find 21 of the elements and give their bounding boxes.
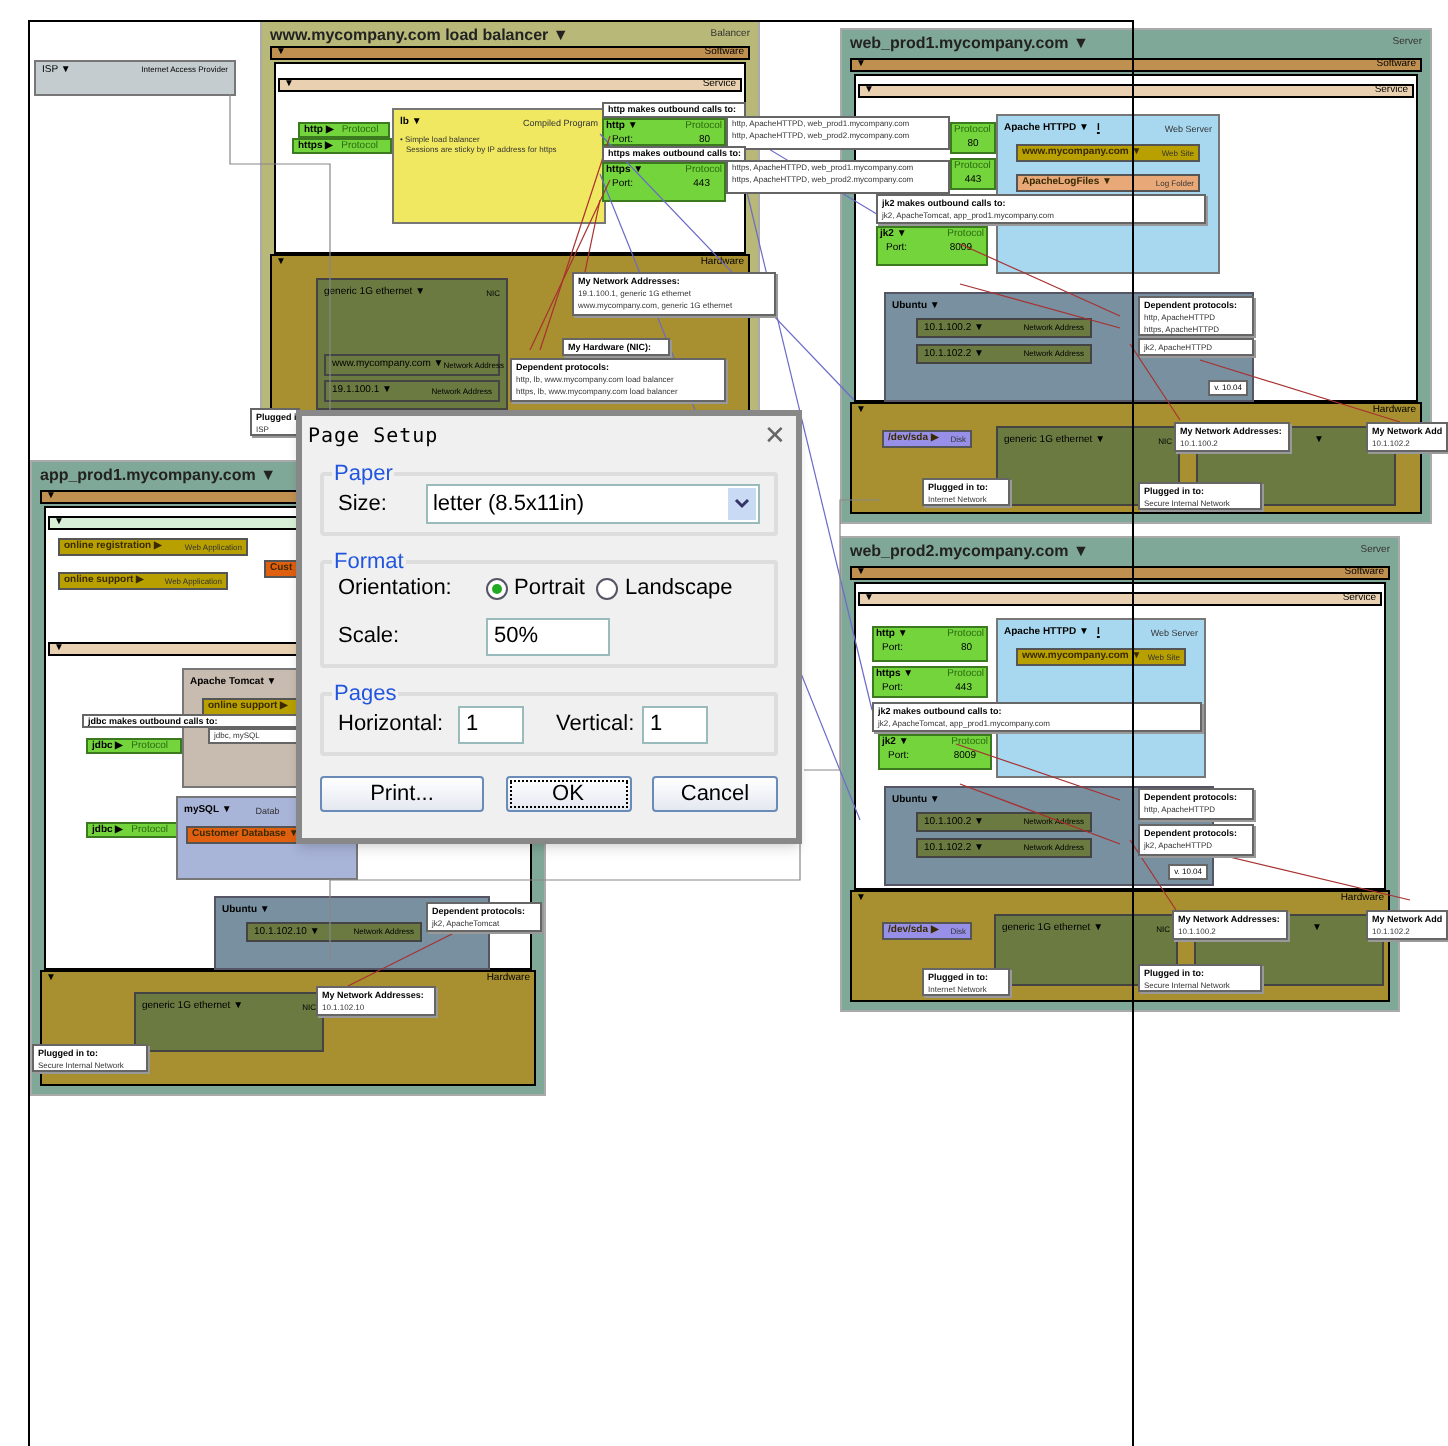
horizontal-field[interactable]: 1 xyxy=(458,705,524,743)
fieldset-legend: Paper xyxy=(332,460,395,488)
dialog-title: Page Setup xyxy=(308,423,439,451)
vertical-field[interactable]: 1 xyxy=(642,705,708,743)
fieldset-legend: Pages xyxy=(332,680,399,708)
chevron-down-icon xyxy=(728,488,756,520)
horizontal-label: Horizontal: xyxy=(338,709,446,740)
dialog-button[interactable]: OK xyxy=(505,776,631,812)
close-button[interactable]: ✕ xyxy=(760,422,790,450)
size-select[interactable]: letter (8.5x11in) xyxy=(426,484,760,524)
dialog-button[interactable]: Cancel xyxy=(652,776,778,812)
server-title: app_prod1.mycompany.com ▼ xyxy=(40,466,277,486)
server-title: web_prod1.mycompany.com ▼ xyxy=(850,34,1089,54)
vertical-label: Vertical: xyxy=(556,709,637,740)
scale-field[interactable]: 50% xyxy=(486,617,610,656)
radio-option[interactable]: Landscape xyxy=(596,572,733,606)
orientation-label: Orientation: xyxy=(338,574,454,605)
dialog-button[interactable]: Print... xyxy=(320,776,484,812)
radio-option[interactable]: Portrait xyxy=(486,572,585,606)
server-title: www.mycompany.com load balancer ▼ xyxy=(270,26,569,46)
server-title: web_prod2.mycompany.com ▼ xyxy=(850,542,1089,562)
